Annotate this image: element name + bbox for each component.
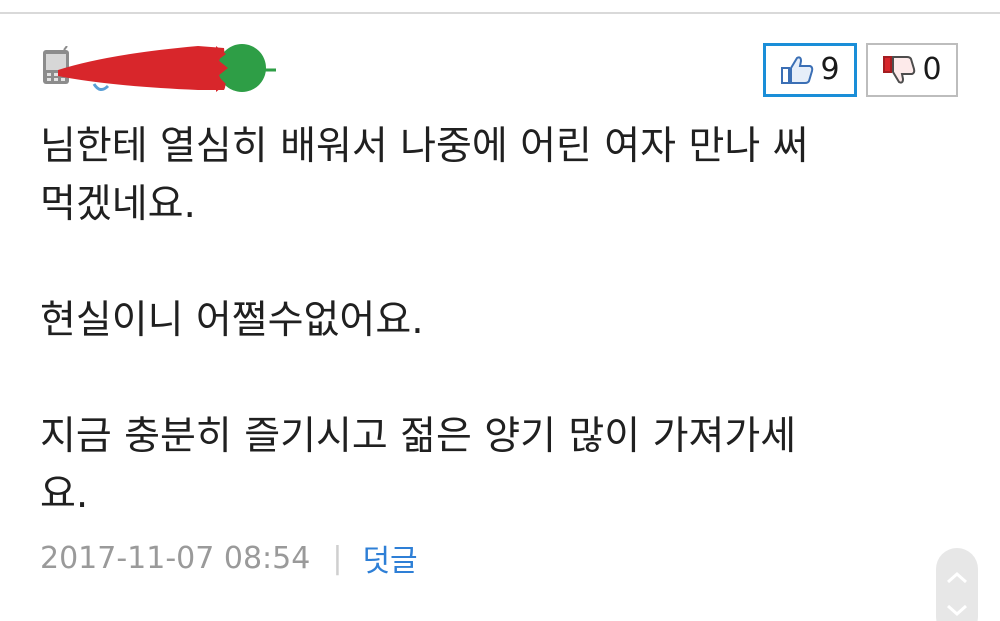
comment-date: 2017-11-07 08:54 [40, 540, 311, 576]
upvote-button[interactable]: 9 [763, 43, 857, 97]
thumbs-up-icon [781, 56, 814, 84]
comment-blank-line [40, 234, 960, 292]
comment-line: 님한테 열심히 배워서 나중에 어린 여자 만나 써 [40, 124, 809, 169]
upvote-count: 9 [820, 52, 840, 87]
meta-separator: | [332, 540, 343, 576]
reply-link[interactable]: 덧글 [362, 536, 417, 580]
comment-body: 님한테 열심히 배워서 나중에 어린 여자 만나 써 먹겠네요. 현실이니 어쩔… [40, 118, 960, 524]
comment-meta: 2017-11-07 08:54 | 덧글 [40, 534, 418, 582]
author-name-redaction [58, 44, 276, 92]
chevron-up-icon[interactable] [945, 570, 969, 586]
comment-author [40, 40, 340, 96]
comment-line: 요. [40, 472, 89, 517]
downvote-count: 0 [922, 52, 942, 87]
comment-blank-line [40, 350, 960, 408]
top-divider [0, 12, 1000, 14]
scroll-widget [936, 548, 978, 621]
thumbs-down-icon [883, 56, 916, 84]
chevron-down-icon[interactable] [945, 602, 969, 618]
comment-page: 9 0 님한테 열심히 배워서 나중에 어린 여자 만나 써 먹겠네요. 현실이… [0, 0, 1000, 621]
comment-line: 먹겠네요. [40, 182, 196, 227]
downvote-button[interactable]: 0 [866, 43, 958, 97]
comment-line: 지금 충분히 즐기시고 젊은 양기 많이 가져가세 [40, 414, 797, 459]
comment-line: 현실이니 어쩔수없어요. [40, 298, 424, 343]
